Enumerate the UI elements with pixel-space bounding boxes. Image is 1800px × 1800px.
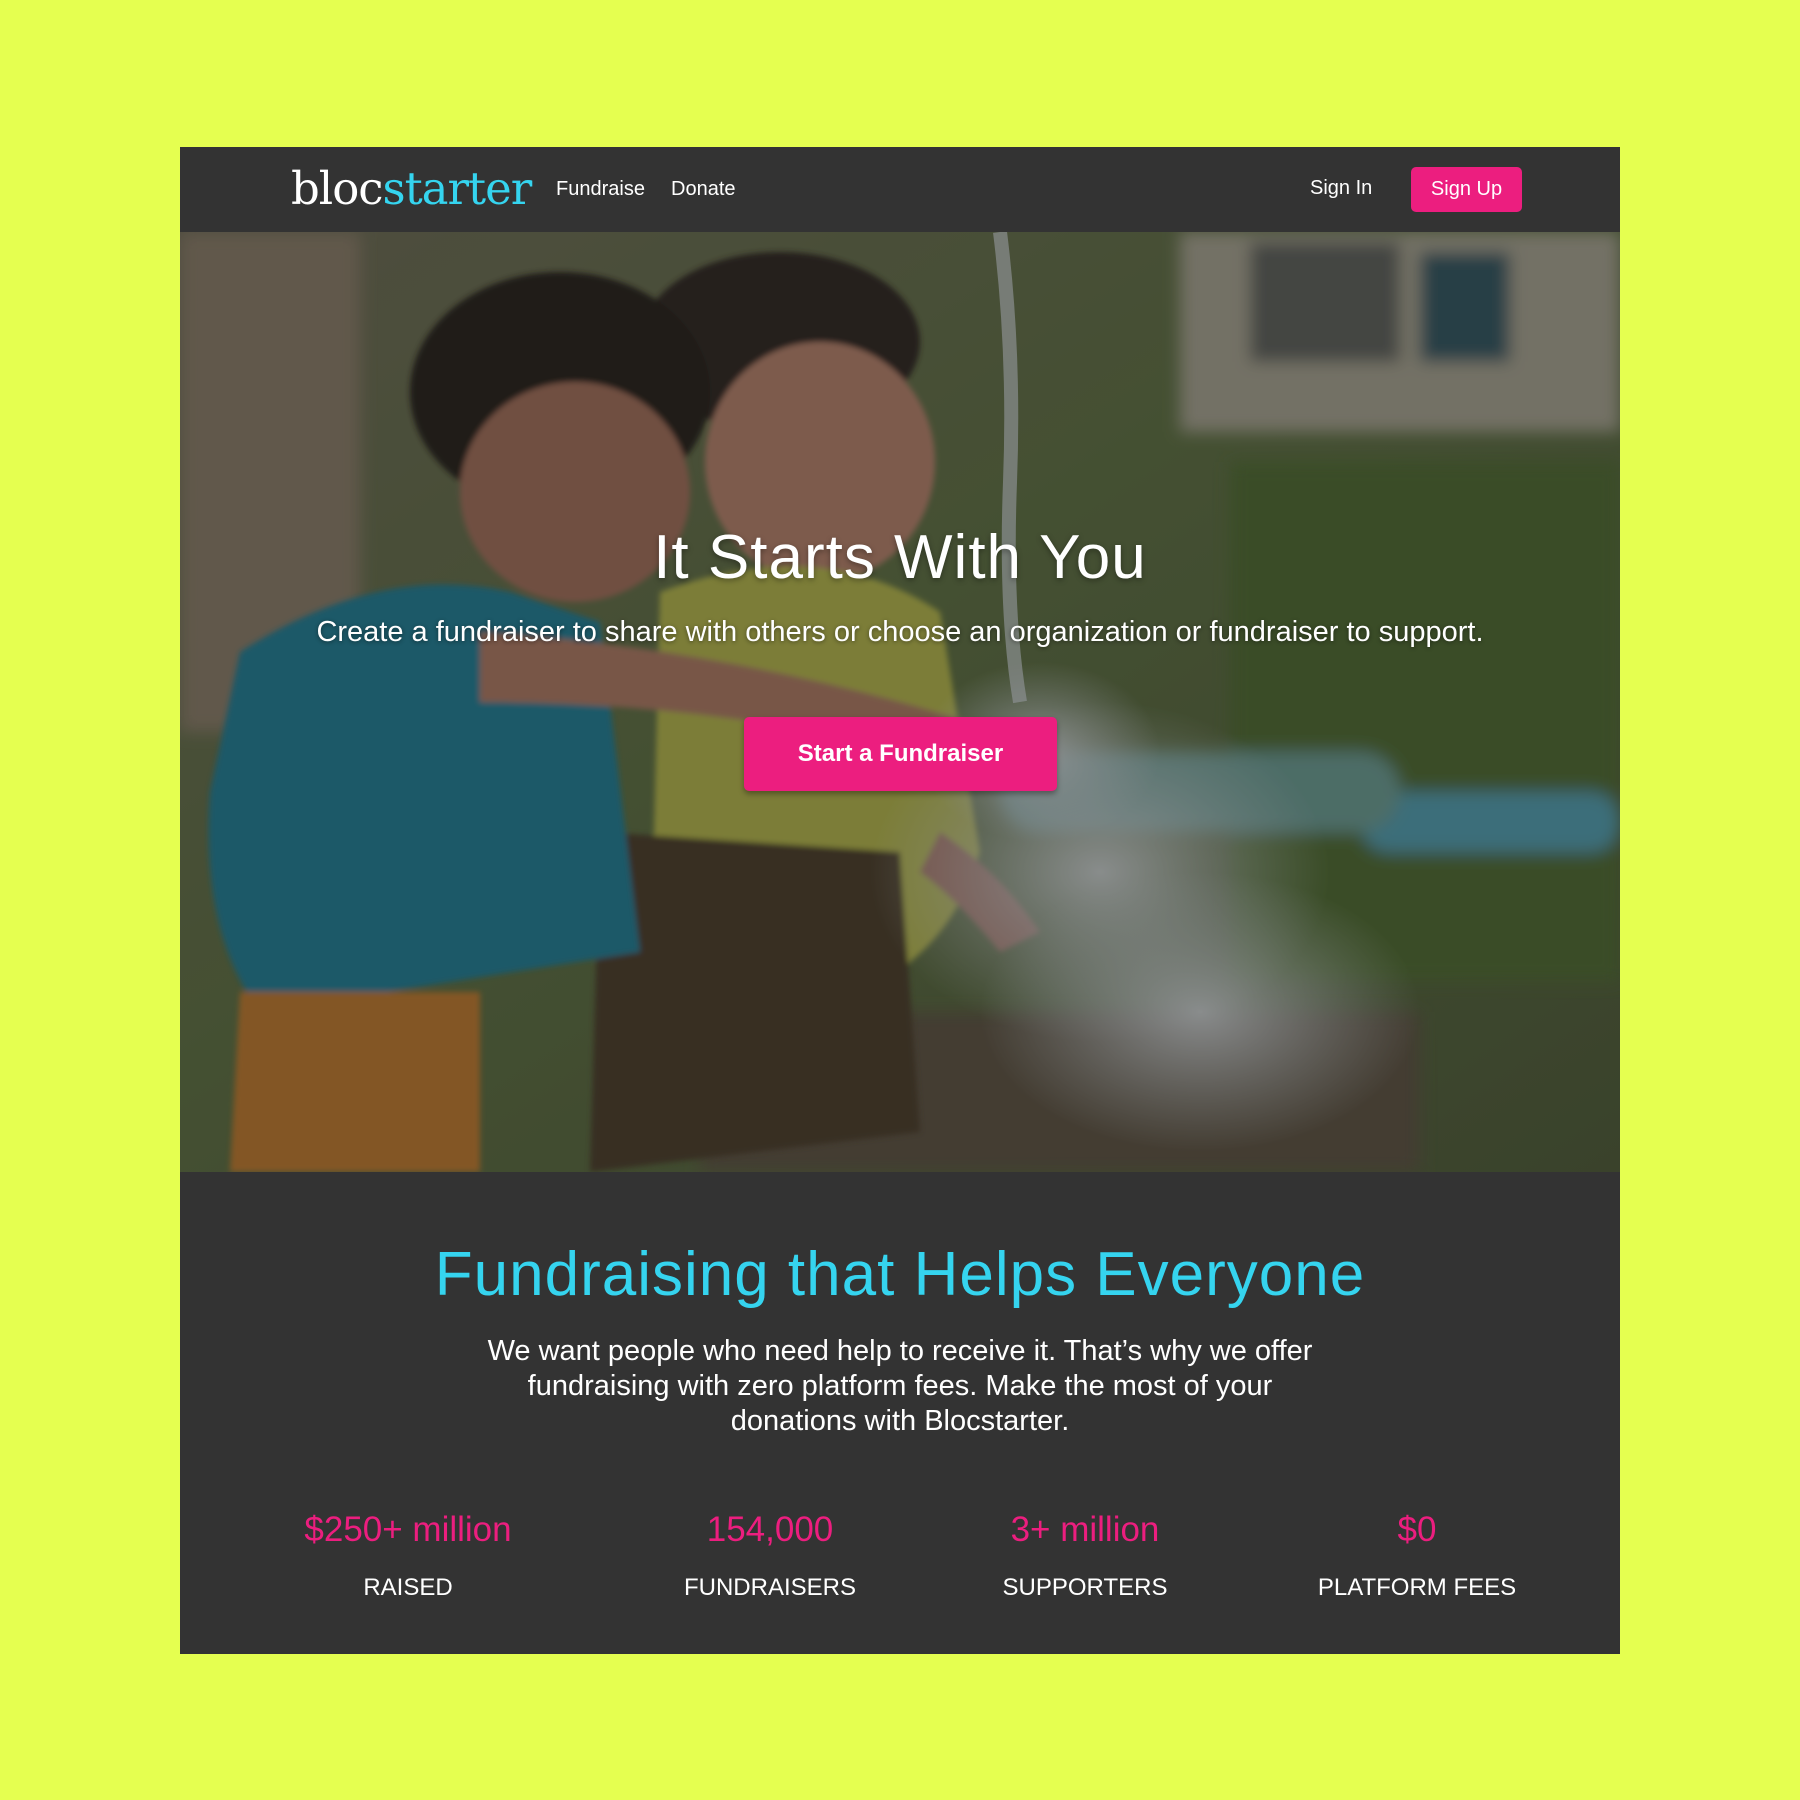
blocstarter-logo[interactable]: blocstarter [291,162,533,215]
stat-platform-fees: $0 PLATFORM FEES [1247,1509,1587,1602]
stat-label: RAISED [363,1574,453,1601]
stat-supporters: 3+ million SUPPORTERS [915,1509,1255,1602]
stat-value: $0 [1397,1510,1437,1549]
info-section-title: Fundraising that Helps Everyone [434,1240,1366,1309]
start-fundraiser-button[interactable]: Start a Fundraiser [744,717,1057,791]
hero-title: It Starts With You [653,523,1147,592]
stat-fundraisers: 154,000 FUNDRAISERS [600,1509,940,1602]
hero-section: It Starts With You Create a fundraiser t… [180,232,1620,1172]
stat-label: FUNDRAISERS [683,1574,857,1601]
hero-dark-overlay [180,232,1620,1172]
nav-link-fundraise[interactable]: Fundraise [556,177,645,201]
stat-raised: $250+ million RAISED [238,1509,578,1602]
top-navigation: blocstarter Fundraise Donate Sign In Sig… [180,147,1620,232]
sign-in-link[interactable]: Sign In [1310,176,1372,200]
logo-text-bloc: bloc [291,162,383,215]
logo-text-starter: starter [382,162,533,215]
nav-link-donate[interactable]: Donate [671,177,736,201]
stat-value: 154,000 [706,1510,834,1549]
stat-label: PLATFORM FEES [1317,1574,1517,1601]
sign-up-button[interactable]: Sign Up [1411,167,1522,212]
stat-value: $250+ million [304,1510,512,1549]
site-frame: blocstarter Fundraise Donate Sign In Sig… [180,147,1620,1654]
info-section-text: We want people who need help to receive … [487,1335,1313,1437]
stat-value: 3+ million [1010,1510,1160,1549]
hero-subtitle: Create a fundraiser to share with others… [316,616,1484,648]
stat-label: SUPPORTERS [1002,1574,1168,1601]
